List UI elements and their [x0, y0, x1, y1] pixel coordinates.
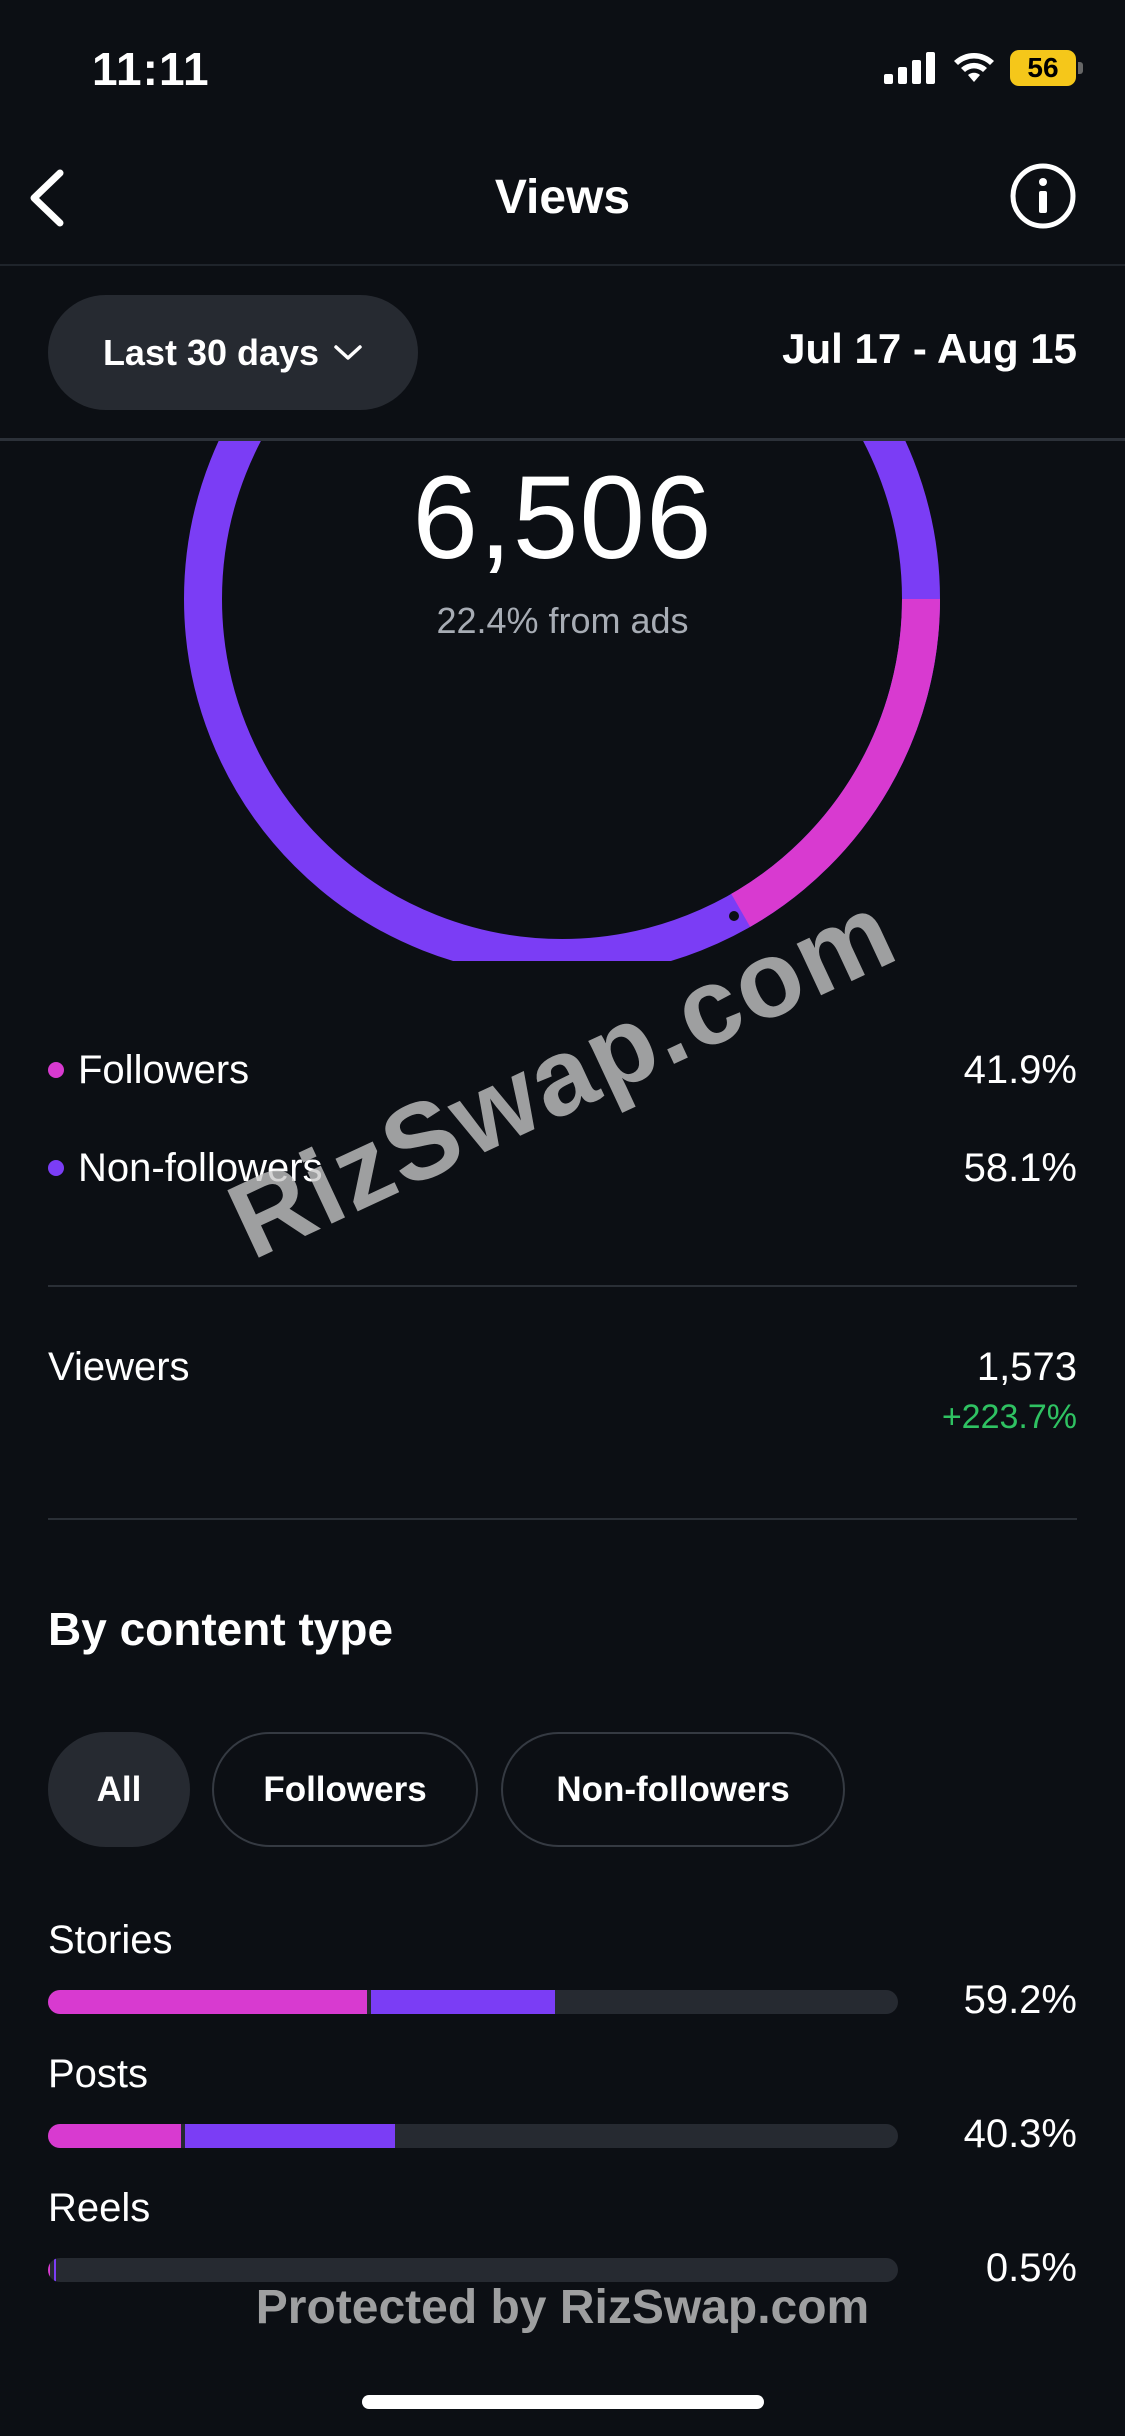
followers-label: Followers — [78, 1047, 250, 1092]
battery-level: 56 — [1027, 52, 1059, 83]
donut-followers-arc — [731, 598, 940, 927]
reels-label: Reels — [48, 2186, 151, 2230]
donut-gap — [729, 911, 739, 921]
posts-label: Posts — [48, 2052, 149, 2096]
viewers-change: +223.7% — [941, 1398, 1077, 1436]
reels-nonfollowers-segment — [53, 2258, 57, 2282]
stories-nonfollowers-segment — [370, 1990, 556, 2014]
viewers-value: 1,573 — [976, 1345, 1077, 1389]
section-divider — [48, 1285, 1077, 1287]
tab-all[interactable]: All — [48, 1732, 190, 1847]
reels-followers-segment — [48, 2258, 50, 2282]
stories-label: Stories — [48, 1918, 173, 1962]
posts-bar — [48, 2124, 898, 2148]
footer-watermark: Protected by RizSwap.com — [255, 2281, 870, 2334]
posts-percentage: 40.3% — [963, 2112, 1077, 2156]
battery-icon: 56 — [1010, 50, 1076, 86]
stories-percentage: 59.2% — [963, 1978, 1077, 2022]
reels-bar — [48, 2258, 898, 2282]
date-range-text: Jul 17 - Aug 15 — [782, 325, 1077, 372]
viewers-label: Viewers — [48, 1345, 190, 1389]
home-indicator[interactable] — [362, 2395, 764, 2409]
stories-followers-segment — [48, 1990, 367, 2014]
posts-nonfollowers-segment — [184, 2124, 395, 2148]
followers-percentage: 41.9% — [963, 1047, 1077, 1092]
chevron-down-icon — [334, 344, 362, 360]
posts-followers-segment — [48, 2124, 181, 2148]
stories-bar — [48, 1990, 898, 2014]
page-title: Views — [494, 171, 631, 224]
signal-icon — [884, 52, 935, 84]
views-insights-screen: 11:11 56 Views Last 30 days Jul 17 - Aug… — [0, 0, 1125, 2436]
date-range-dropdown-label: Last 30 days — [102, 331, 320, 373]
status-icons: 56 — [884, 48, 1083, 88]
tab-followers[interactable]: Followers — [212, 1732, 478, 1847]
nonfollowers-dot — [48, 1160, 64, 1176]
nonfollowers-percentage: 58.1% — [963, 1145, 1077, 1190]
battery-nub — [1078, 62, 1083, 74]
section-divider — [48, 1518, 1077, 1520]
ads-percentage-note: 22.4% from ads — [436, 600, 689, 641]
date-range-dropdown[interactable]: Last 30 days — [48, 295, 418, 410]
status-time: 11:11 — [92, 43, 210, 95]
followers-dot — [48, 1062, 64, 1078]
total-views-value: 6,506 — [412, 452, 713, 584]
header-divider — [0, 264, 1125, 266]
wifi-icon — [954, 53, 994, 82]
info-icon[interactable] — [1009, 162, 1077, 230]
nonfollowers-split-row: Non-followers 58.1% — [48, 1138, 1077, 1198]
content-type-title: By content type — [48, 1603, 394, 1655]
tab-nonfollowers[interactable]: Non-followers — [501, 1732, 845, 1847]
